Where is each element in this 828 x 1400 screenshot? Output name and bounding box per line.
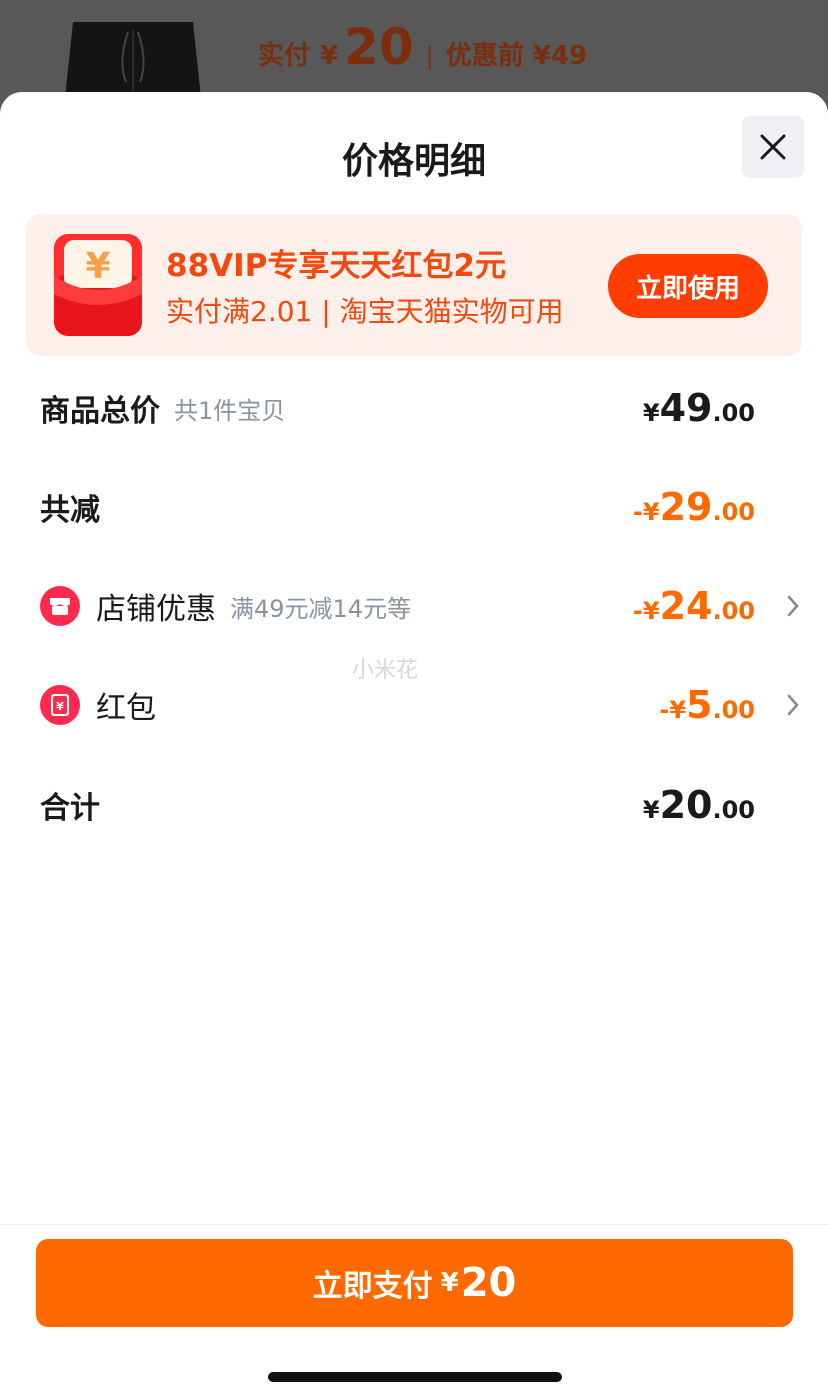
currency-symbol: -¥ (659, 696, 687, 724)
preview-separator: | (425, 42, 434, 70)
row-goods-total: 商品总价 共1件宝贝 ¥ 49 .00 (40, 378, 800, 438)
currency-symbol: -¥ (632, 498, 660, 526)
row-sum: 合计 ¥ 20 .00 (40, 775, 800, 835)
footer-divider (0, 1224, 828, 1225)
before-discount-price: 优惠前 ¥49 (445, 41, 588, 71)
close-button[interactable] (742, 116, 804, 178)
amount-int: 5 (686, 683, 713, 727)
amount-dec: .00 (712, 597, 755, 625)
amount-dec: .00 (712, 796, 755, 824)
amount-int: 49 (659, 386, 713, 430)
amount-dec: .00 (712, 399, 755, 427)
pay-amount: 20 (460, 1260, 517, 1306)
paid-currency: ¥ (320, 41, 339, 71)
store-discount-detail: 满49元减14元等 (230, 594, 412, 623)
vip-redpacket-banner: ¥ 88VIP专享天天红包2元 实付满2.01 | 淘宝天猫实物可用 立即使用 (26, 214, 802, 356)
goods-total-amount: ¥ 49 .00 (643, 386, 755, 430)
total-discount-label: 共减 (40, 493, 100, 528)
close-icon (760, 134, 786, 160)
svg-text:¥: ¥ (85, 246, 110, 287)
row-total-discount: 共减 -¥ 29 .00 (40, 477, 800, 537)
paid-amount: 20 (344, 18, 414, 76)
red-packet-label: 红包 (96, 691, 156, 726)
preview-price: 实付 ¥ 20 | 优惠前 ¥49 (258, 18, 587, 78)
goods-total-label: 商品总价 (40, 394, 160, 429)
store-discount-amount: -¥ 24 .00 (633, 584, 755, 628)
amount-dec: .00 (712, 696, 755, 724)
currency-symbol: -¥ (632, 597, 660, 625)
use-now-button[interactable]: 立即使用 (608, 254, 768, 318)
paid-label: 实付 (258, 41, 311, 71)
home-indicator[interactable] (268, 1372, 562, 1382)
amount-dec: .00 (712, 498, 755, 526)
amount-int: 29 (659, 485, 713, 529)
amount-int: 24 (659, 584, 713, 628)
store-discount-label: 店铺优惠 (96, 592, 216, 627)
promo-subtitle: 实付满2.01 | 淘宝天猫实物可用 (166, 295, 564, 328)
goods-count: 共1件宝贝 (174, 396, 286, 425)
chevron-right-icon (787, 595, 799, 617)
sheet-title: 价格明细 (341, 141, 486, 182)
row-store-discount[interactable]: 店铺优惠 满49元减14元等 -¥ 24 .00 (40, 576, 800, 636)
red-packet-amount: -¥ 5 .00 (659, 683, 755, 727)
red-packet-icon: ¥ (40, 685, 80, 725)
sum-amount: ¥ 20 .00 (643, 783, 755, 827)
row-red-packet[interactable]: ¥ 红包 -¥ 5 .00 (40, 675, 800, 735)
currency-symbol: ¥ (642, 399, 660, 427)
sum-label: 合计 (40, 791, 100, 826)
store-icon (40, 586, 80, 626)
svg-text:¥: ¥ (56, 700, 64, 713)
promo-title: 88VIP专享天天红包2元 (166, 248, 506, 284)
amount-int: 20 (659, 783, 713, 827)
price-detail-sheet: 价格明细 ¥ 88VIP专享天天红包2元 实付满2.01 | 淘宝天猫实物可用 … (0, 92, 828, 1400)
total-discount-amount: -¥ 29 .00 (633, 485, 755, 529)
currency-symbol: ¥ (642, 796, 660, 824)
pay-currency: ¥ (440, 1268, 459, 1298)
chevron-right-icon (787, 694, 799, 716)
watermark: 小米花 (352, 658, 419, 683)
red-envelope-icon: ¥ (54, 234, 142, 336)
pay-now-button[interactable]: 立即支付 ¥ 20 (36, 1239, 793, 1327)
pay-label: 立即支付 (312, 1269, 433, 1304)
